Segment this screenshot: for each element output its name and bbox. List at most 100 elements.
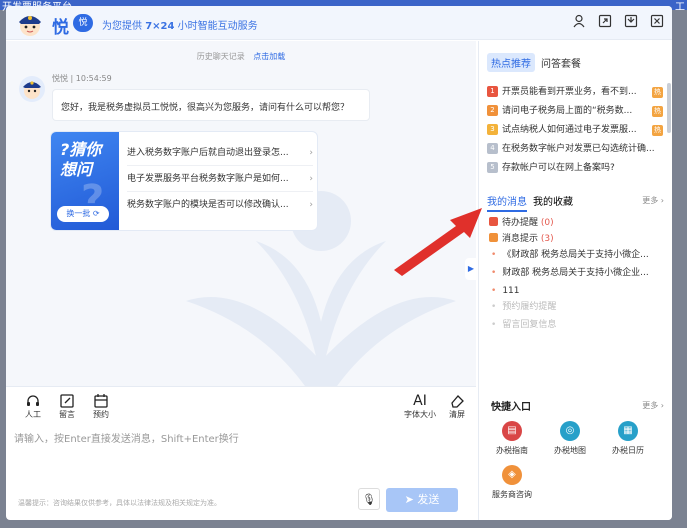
- chat-toolbar: 人工 留言 预约 AI 字体大小 清屏: [6, 386, 476, 426]
- header-actions: [572, 14, 664, 28]
- notice-label: 消息提示: [502, 234, 539, 244]
- message-tabs: 我的消息 我的收藏: [487, 193, 573, 212]
- messages-more-link[interactable]: 更多 ›: [642, 195, 664, 206]
- hot-tabs: 热点推荐 问答套餐: [487, 53, 583, 72]
- greeting-bubble: 您好，我是税务虚拟员工悦悦，很高兴为您服务，请问有什么可以帮您？: [52, 89, 370, 121]
- message-item[interactable]: 111: [489, 283, 665, 299]
- hot-rank-badge: 5: [487, 162, 498, 173]
- font-size-label: 字体大小: [404, 410, 436, 419]
- headset-icon: [27, 395, 39, 406]
- booking-reminder-item[interactable]: 预约履约提醒: [489, 299, 665, 315]
- right-sidebar: 热点推荐 问答套餐 1 开票员能看到开票业务，看不到... 热 2 请问电子税务局上面的…: [478, 41, 672, 520]
- chevron-right-icon: ›: [309, 148, 313, 158]
- red-arrow-annotation: [394, 208, 482, 276]
- load-history-link[interactable]: 点击加载: [253, 52, 285, 61]
- slogan-pre: 为您提供: [102, 21, 146, 32]
- quick-entry-item[interactable]: ▤ 办税指南: [487, 421, 537, 456]
- slogan-bold: 7×24: [145, 21, 175, 32]
- bot-avatar-icon: [19, 16, 41, 36]
- hot-rank-badge: 2: [487, 105, 498, 116]
- pending-count: (0): [540, 218, 554, 228]
- disclaimer-tip: 温馨提示：咨询结果仅供参考，具体以法律法规及相关规定为准。: [18, 499, 221, 507]
- reply-info-item[interactable]: 留言回复信息: [489, 317, 665, 333]
- notice-count: (3): [540, 234, 554, 244]
- hot-item-text: 存款帐户可以在网上备案吗?: [502, 163, 615, 173]
- hot-item-text: 开票员能看到开票业务，看不到...: [502, 87, 637, 97]
- hot-item-text: 试点纳税人如何通过电子发票服...: [502, 125, 637, 135]
- send-label: 发送: [417, 493, 440, 506]
- hot-tag-badge: 热: [652, 106, 663, 117]
- font-size-button[interactable]: AI 字体大小: [402, 393, 438, 420]
- suggest-question-text: 进入税务数字账户后就自动退出登录怎...: [127, 148, 289, 158]
- quick-entry-icon: ▤: [502, 421, 522, 441]
- quick-entry-icon: ▦: [618, 421, 638, 441]
- font-size-icon: AI: [413, 393, 427, 409]
- header-slogan: 为您提供 7×24 小时智能互动服务: [102, 17, 258, 32]
- booking-label: 预约: [93, 410, 109, 419]
- history-label: 历史聊天记录: [196, 52, 245, 61]
- hot-rank-badge: 4: [487, 143, 498, 154]
- chevron-right-icon: ›: [309, 174, 313, 184]
- quick-entry-label: 办税指南: [496, 446, 528, 455]
- suggest-card-title: ?猜你 想问: [60, 140, 101, 180]
- send-button[interactable]: ➤ 发送: [386, 488, 458, 512]
- brand-badge: 悦: [73, 14, 93, 32]
- tab-hot[interactable]: 热点推荐: [487, 53, 535, 72]
- swap-label: 换一批: [66, 209, 91, 218]
- tab-my-favorites[interactable]: 我的收藏: [533, 193, 573, 212]
- leave-message-button[interactable]: 留言: [54, 393, 80, 420]
- background-right-text: 工: [675, 2, 685, 13]
- hot-item[interactable]: 3 试点纳税人如何通过电子发票服... 热: [487, 121, 663, 139]
- quick-entry-title: 快捷入口: [491, 402, 531, 413]
- message-item[interactable]: 《财政部 税务总局关于支持小微企...: [489, 247, 665, 263]
- suggest-question[interactable]: 电子发票服务平台税务数字账户是如何... ›: [127, 166, 313, 192]
- message-item[interactable]: 财政部 税务总局关于支持小微企业...: [489, 265, 665, 281]
- hot-item[interactable]: 5 存款帐户可以在网上备案吗?: [487, 159, 663, 177]
- clear-screen-button[interactable]: 清屏: [444, 393, 470, 420]
- quick-entry-label: 办税地图: [554, 446, 586, 455]
- send-icon: ➤: [404, 493, 414, 506]
- message-notice[interactable]: 消息提示 (3): [489, 231, 665, 247]
- hot-rank-badge: 3: [487, 124, 498, 135]
- hot-scrollbar[interactable]: [667, 83, 671, 133]
- microphone-icon: 🎙: [362, 493, 376, 506]
- user-icon[interactable]: [572, 14, 586, 28]
- booking-button[interactable]: 预约: [88, 393, 114, 420]
- brand-logo: 悦: [52, 18, 70, 38]
- message-input[interactable]: 请输入，按Enter直接发送消息，Shift+Enter换行: [14, 430, 454, 445]
- pending-reminder[interactable]: 待办提醒 (0): [489, 215, 665, 231]
- eraser-icon: [451, 395, 464, 408]
- quick-entry-item[interactable]: ◎ 办税地图: [545, 421, 595, 456]
- hot-item[interactable]: 1 开票员能看到开票业务，看不到... 热: [487, 83, 663, 101]
- calendar-icon: [94, 394, 108, 408]
- suggest-card-banner: ?猜你 想问 ? 换一批 ⟳: [51, 132, 119, 230]
- close-icon[interactable]: [650, 14, 664, 28]
- chat-dialog: 悦 悦 为您提供 7×24 小时智能互动服务 历史聊天记录 点击加载 悦悦 | …: [6, 6, 672, 520]
- clear-label: 清屏: [449, 410, 465, 419]
- microphone-button[interactable]: 🎙: [358, 488, 380, 510]
- swap-batch-button[interactable]: 换一批 ⟳: [57, 206, 109, 222]
- edit-icon: [60, 394, 74, 408]
- hot-tag-badge: 热: [652, 87, 663, 98]
- quick-more-link[interactable]: 更多 ›: [642, 400, 664, 411]
- hot-item[interactable]: 2 请问电子税务局上面的“税务数... 热: [487, 102, 663, 120]
- suggest-question-text: 税务数字账户的模块是否可以修改确认...: [127, 200, 289, 210]
- quick-entry-item[interactable]: ◈ 服务商咨询: [487, 465, 537, 500]
- chevron-right-icon: ›: [309, 200, 313, 210]
- tab-qa-package[interactable]: 问答套餐: [539, 53, 583, 72]
- quick-entry-icon: ◎: [560, 421, 580, 441]
- human-label: 人工: [25, 410, 41, 419]
- slogan-post: 小时智能互动服务: [174, 21, 258, 32]
- suggest-question[interactable]: 进入税务数字账户后就自动退出登录怎... ›: [127, 140, 313, 166]
- human-agent-button[interactable]: 人工: [20, 393, 46, 420]
- hot-item-text: 在税务数字帐户对发票已勾选统计确...: [502, 144, 655, 154]
- suggest-question-text: 电子发票服务平台税务数字账户是如何...: [127, 174, 289, 184]
- hot-item[interactable]: 4 在税务数字帐户对发票已勾选统计确...: [487, 140, 663, 158]
- suggest-card: ?猜你 想问 ? 换一批 ⟳ 进入税务数字账户后就自动退出登录怎... › 电子发…: [50, 131, 318, 231]
- suggest-question[interactable]: 税务数字账户的模块是否可以修改确认... ›: [127, 192, 313, 218]
- export-icon[interactable]: [624, 14, 638, 28]
- pending-label: 待办提醒: [502, 218, 539, 228]
- quick-entry-item[interactable]: ▦ 办税日历: [603, 421, 653, 456]
- expand-icon[interactable]: [598, 14, 612, 28]
- hot-tag-badge: 热: [652, 125, 663, 136]
